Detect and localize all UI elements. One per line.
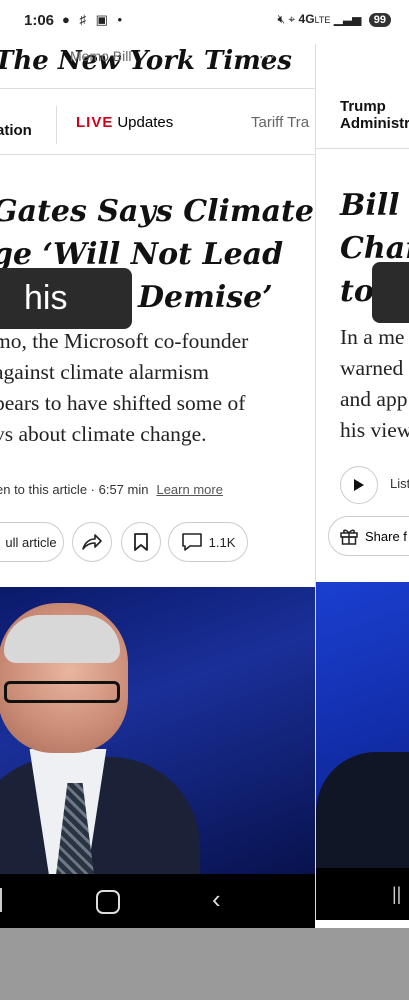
headline-line: Bill G <box>340 188 409 223</box>
background-area <box>0 928 409 1000</box>
network-suffix: LTE <box>314 15 331 25</box>
signal-icon: ▁▃▅ <box>333 12 362 26</box>
mute-icon: 🔇︎ <box>277 12 286 26</box>
section-tab[interactable]: ation <box>0 122 32 139</box>
play-icon <box>354 479 364 491</box>
summary-line: mo, the Microsoft co-founder <box>0 329 249 353</box>
summary-line: pears to have shifted some of <box>0 391 246 415</box>
photo-suit <box>316 752 409 872</box>
nyt-masthead[interactable]: The New York Times <box>0 46 292 76</box>
share-partial-label: Share f <box>365 528 407 544</box>
summary-line: against climate alarmism <box>0 360 209 384</box>
right-article-photo[interactable] <box>316 582 409 872</box>
android-nav-bar: ‹ <box>0 874 315 928</box>
summary-line: vs about climate change. <box>0 422 207 446</box>
status-right-icons: 🔇︎ ⌖ 4GLTE ▁▃▅ 99 <box>277 12 391 27</box>
share-full-article-button[interactable]: Share f <box>328 516 409 556</box>
photo-face <box>0 603 128 753</box>
bookmark-icon <box>134 533 148 551</box>
article-summary: mo, the Microsoft co-founder against cli… <box>0 326 294 450</box>
learn-more-link[interactable]: Learn more <box>156 482 222 497</box>
recents-icon[interactable]: || <box>392 884 401 905</box>
right-summary: In a me warned and app his view <box>340 322 409 446</box>
full-article-button[interactable]: ull article <box>0 522 64 562</box>
listen-partial[interactable]: List <box>390 476 409 491</box>
android-nav-bar-right: || <box>316 868 409 920</box>
summary-line: warned <box>340 356 404 380</box>
live-updates-tab[interactable]: LIVE Updates <box>76 114 173 131</box>
status-time: 1:06 <box>24 12 55 29</box>
notification-icons: ● ♯ ▣ • <box>62 12 126 27</box>
listen-to-article[interactable]: en to this article · 6:57 min Learn more <box>0 482 223 497</box>
comments-count: 1.1K <box>208 534 236 550</box>
live-label: LIVE <box>76 114 114 131</box>
selection-tooltip-right <box>372 262 409 323</box>
share-button[interactable] <box>72 522 112 562</box>
divider <box>0 88 315 89</box>
photo-hair <box>4 615 120 663</box>
photo-glasses <box>4 681 120 703</box>
divider <box>0 154 315 155</box>
recents-icon[interactable] <box>0 888 2 912</box>
share-arrow-icon <box>82 534 102 550</box>
summary-line: In a me <box>340 325 405 349</box>
article-card-right[interactable]: Trump Administr Bill G Char to In a me w… <box>315 44 409 920</box>
article-card-left[interactable]: The New York Times Memo Bill … ation LIV… <box>0 44 315 928</box>
back-icon[interactable]: ‹ <box>212 886 221 912</box>
tab-divider <box>56 106 57 144</box>
battery-icon: 99 <box>368 13 391 27</box>
selection-tooltip[interactable]: his <box>0 268 132 329</box>
comments-button[interactable]: 1.1K <box>168 522 248 562</box>
trump-administration-tab[interactable]: Trump Administr <box>340 98 409 132</box>
tab-line: Administr <box>340 115 409 132</box>
network-type: 4G <box>298 12 315 26</box>
status-bar: 1:06 ● ♯ ▣ • 🔇︎ ⌖ 4GLTE ▁▃▅ 99 <box>0 0 409 44</box>
summary-line: and app <box>340 387 408 411</box>
headline-line: Gates Says Climate <box>0 194 315 229</box>
tariff-tab[interactable]: Tariff Tra <box>251 114 309 131</box>
home-icon[interactable] <box>96 890 120 914</box>
play-button[interactable] <box>340 466 378 504</box>
summary-line: his view <box>340 418 409 442</box>
tab-line: Trump <box>340 98 386 115</box>
save-button[interactable] <box>121 522 161 562</box>
location-icon: ⌖ <box>288 12 296 26</box>
live-text: Updates <box>117 114 174 131</box>
listen-text: en to this article · 6:57 min <box>0 482 149 497</box>
article-photo[interactable] <box>0 587 315 874</box>
divider <box>316 148 409 149</box>
gift-icon <box>340 529 358 545</box>
comment-icon <box>181 533 202 551</box>
more-options-icon[interactable]: … <box>258 44 276 63</box>
masthead-overlap-text: Memo Bill <box>70 48 132 64</box>
